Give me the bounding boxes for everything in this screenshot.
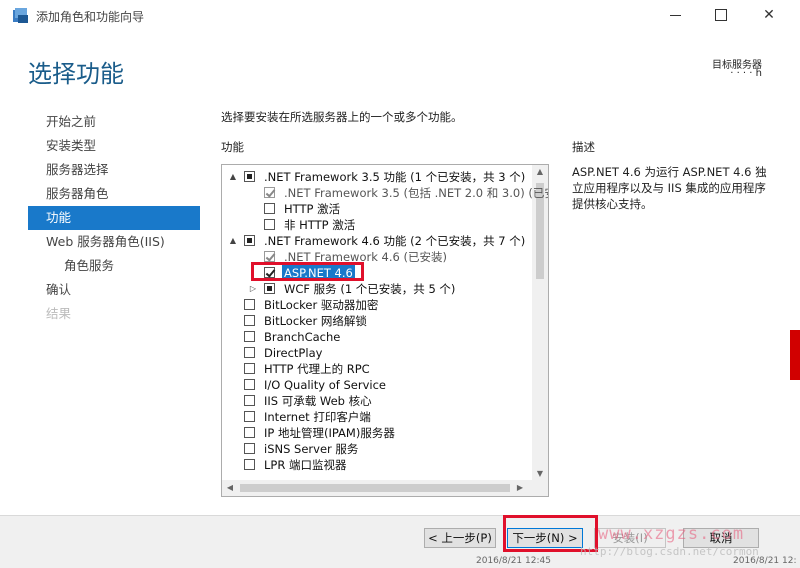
feature-checkbox[interactable] xyxy=(244,443,255,454)
maximize-icon xyxy=(715,9,727,21)
nav-item[interactable]: 服务器角色 xyxy=(28,182,200,206)
feature-checkbox[interactable] xyxy=(264,251,275,262)
feature-checkbox[interactable] xyxy=(244,427,255,438)
feature-row[interactable]: ▲ .NET Framework 3.5 功能 (1 个已安装，共 3 个) xyxy=(222,169,528,185)
feature-checkbox[interactable] xyxy=(244,347,255,358)
server-manager-icon xyxy=(13,8,28,23)
feature-label: .NET Framework 4.6 功能 (2 个已安装，共 7 个) xyxy=(264,234,526,248)
wizard-nav: 开始之前 安装类型 服务器选择 服务器角色 功能 Web 服务器角色(IIS) 角色服务 确认… xyxy=(28,110,200,326)
feature-checkbox[interactable] xyxy=(244,379,255,390)
feature-label: .NET Framework 3.5 功能 (1 个已安装，共 3 个) xyxy=(264,170,526,184)
features-tree[interactable]: ▲ ▼ ◀ ▶ ▲ .NET Framework 3.5 功能 (1 个已安装，共… xyxy=(221,164,549,497)
feature-checkbox[interactable] xyxy=(244,235,255,246)
feature-row[interactable]: LPR 端口监视器 xyxy=(222,457,528,473)
feature-row[interactable]: Internet 打印客户端 xyxy=(222,409,528,425)
feature-checkbox[interactable] xyxy=(244,411,255,422)
nav-item[interactable]: Web 服务器角色(IIS) xyxy=(28,230,200,254)
feature-checkbox[interactable] xyxy=(244,171,255,182)
feature-row[interactable]: BitLocker 网络解锁 xyxy=(222,313,528,329)
feature-checkbox[interactable] xyxy=(244,299,255,310)
feature-label: DirectPlay xyxy=(264,346,323,360)
nav-item[interactable]: 开始之前 xyxy=(28,110,200,134)
timestamp-right: 2016/8/21 12: xyxy=(733,556,797,566)
vertical-scrollbar[interactable]: ▲ ▼ xyxy=(532,165,548,480)
feature-label: HTTP 代理上的 RPC xyxy=(264,362,370,376)
feature-row[interactable]: BitLocker 驱动器加密 xyxy=(222,297,528,313)
feature-checkbox[interactable] xyxy=(264,219,275,230)
instruction-text: 选择要安装在所选服务器上的一个或多个功能。 xyxy=(221,110,463,124)
close-button[interactable]: ✕ xyxy=(746,0,792,32)
feature-label: 非 HTTP 激活 xyxy=(284,218,356,232)
collapse-icon[interactable]: ▲ xyxy=(228,233,238,249)
features-heading: 功能 xyxy=(221,140,244,154)
title-bar: 添加角色和功能向导 ✕ xyxy=(0,0,800,32)
feature-row[interactable]: BranchCache xyxy=(222,329,528,345)
feature-label: HTTP 激活 xyxy=(284,202,341,216)
feature-checkbox[interactable] xyxy=(244,459,255,470)
feature-checkbox[interactable] xyxy=(244,363,255,374)
scroll-right-icon[interactable]: ▶ xyxy=(512,480,528,496)
feature-checkbox[interactable] xyxy=(264,283,275,294)
minimize-button[interactable] xyxy=(652,0,698,32)
feature-label: Internet 打印客户端 xyxy=(264,410,371,424)
feature-checkbox[interactable] xyxy=(244,395,255,406)
feature-checkbox[interactable] xyxy=(244,315,255,326)
nav-item[interactable]: 角色服务 xyxy=(28,254,200,278)
feature-label: BitLocker 网络解锁 xyxy=(264,314,367,328)
feature-label: LPR 端口监视器 xyxy=(264,458,347,472)
watermark: www.xzgzs.com xyxy=(598,524,745,544)
feature-row[interactable]: HTTP 代理上的 RPC xyxy=(222,361,528,377)
feature-row[interactable]: HTTP 激活 xyxy=(222,201,528,217)
hscroll-thumb[interactable] xyxy=(240,484,510,492)
expand-icon[interactable]: ▷ xyxy=(248,281,258,297)
page-title: 选择功能 xyxy=(28,60,124,88)
background-window-edge xyxy=(790,330,800,380)
description-heading: 描述 xyxy=(572,140,595,154)
feature-row[interactable]: IIS 可承载 Web 核心 xyxy=(222,393,528,409)
feature-label: BitLocker 驱动器加密 xyxy=(264,298,379,312)
feature-row[interactable]: ▲ .NET Framework 4.6 功能 (2 个已安装，共 7 个) xyxy=(222,233,528,249)
feature-label: WCF 服务 (1 个已安装，共 5 个) xyxy=(284,282,456,296)
previous-button[interactable]: < 上一步(P) xyxy=(424,528,496,548)
collapse-icon[interactable]: ▲ xyxy=(228,169,238,185)
scroll-left-icon[interactable]: ◀ xyxy=(222,480,238,496)
feature-row[interactable]: 非 HTTP 激活 xyxy=(222,217,528,233)
feature-row[interactable]: .NET Framework 3.5 (包括 .NET 2.0 和 3.0) (… xyxy=(222,185,548,201)
maximize-button[interactable] xyxy=(698,0,744,32)
horizontal-scrollbar[interactable]: ◀ ▶ xyxy=(222,480,548,496)
nav-item[interactable]: 安装类型 xyxy=(28,134,200,158)
description-text: ASP.NET 4.6 为运行 ASP.NET 4.6 独立应用程序以及与 II… xyxy=(572,165,767,211)
feature-checkbox[interactable] xyxy=(264,203,275,214)
feature-label: I/O Quality of Service xyxy=(264,378,386,392)
nav-item[interactable]: 功能 xyxy=(28,206,200,230)
feature-row[interactable]: iSNS Server 服务 xyxy=(222,441,528,457)
scroll-up-icon[interactable]: ▲ xyxy=(532,167,548,176)
close-icon: ✕ xyxy=(763,7,775,23)
feature-row[interactable]: IP 地址管理(IPAM)服务器 xyxy=(222,425,528,441)
aspnet-highlight-box xyxy=(251,262,364,281)
feature-row[interactable]: I/O Quality of Service xyxy=(222,377,528,393)
feature-label: .NET Framework 3.5 (包括 .NET 2.0 和 3.0) (… xyxy=(284,186,549,200)
feature-label: BranchCache xyxy=(264,330,341,344)
feature-checkbox[interactable] xyxy=(264,187,275,198)
feature-label: IIS 可承载 Web 核心 xyxy=(264,394,372,408)
nav-item[interactable]: 确认 xyxy=(28,278,200,302)
minimize-icon xyxy=(669,14,681,16)
feature-checkbox[interactable] xyxy=(244,331,255,342)
scroll-down-icon[interactable]: ▼ xyxy=(532,469,548,478)
feature-row[interactable]: DirectPlay xyxy=(222,345,528,361)
feature-label: IP 地址管理(IPAM)服务器 xyxy=(264,426,395,440)
watermark-url: http://blog.csdn.net/cormon xyxy=(580,545,759,558)
feature-label: iSNS Server 服务 xyxy=(264,442,359,456)
timestamp-left: 2016/8/21 12:45 xyxy=(476,556,551,566)
nav-item[interactable]: 服务器选择 xyxy=(28,158,200,182)
nav-item: 结果 xyxy=(46,306,72,321)
window-title: 添加角色和功能向导 xyxy=(36,10,145,24)
destination-server-value: · · · · h xyxy=(730,68,762,79)
feature-row[interactable]: ▷ WCF 服务 (1 个已安装，共 5 个) xyxy=(222,281,528,297)
